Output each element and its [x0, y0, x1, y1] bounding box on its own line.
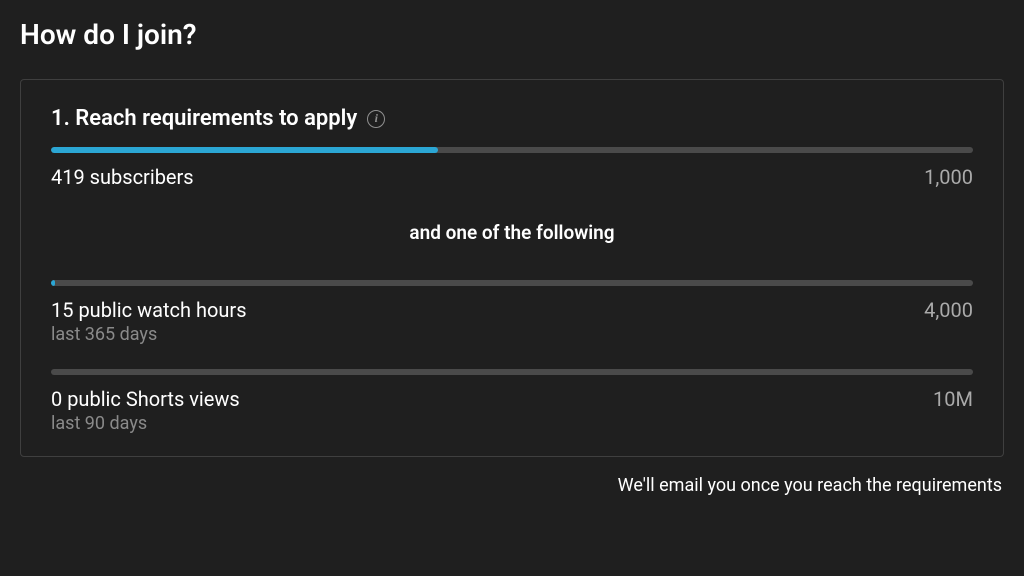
shorts-views-target: 10M — [933, 387, 973, 411]
shorts-views-progress-bar — [51, 369, 973, 375]
watch-hours-target: 4,000 — [924, 298, 973, 322]
requirements-heading: 1. Reach requirements to apply — [51, 106, 357, 131]
subscribers-progress-fill — [51, 147, 438, 153]
divider-text: and one of the following — [51, 221, 973, 244]
requirements-card: 1. Reach requirements to apply i 419 sub… — [20, 79, 1004, 457]
shorts-views-row: 0 public Shorts views last 90 days 10M — [51, 387, 973, 434]
footer-note: We'll email you once you reach the requi… — [20, 475, 1004, 496]
watch-hours-progress-fill — [51, 280, 55, 286]
watch-hours-current: 15 public watch hours — [51, 298, 247, 322]
subscribers-progress-bar — [51, 147, 973, 153]
subscribers-current: 419 subscribers — [51, 165, 194, 189]
watch-hours-row: 15 public watch hours last 365 days 4,00… — [51, 298, 973, 345]
subscribers-row: 419 subscribers 1,000 — [51, 165, 973, 189]
watch-hours-period: last 365 days — [51, 324, 247, 345]
shorts-views-period: last 90 days — [51, 413, 240, 434]
page-title: How do I join? — [20, 18, 1004, 51]
info-icon[interactable]: i — [367, 110, 385, 128]
watch-hours-progress-bar — [51, 280, 973, 286]
shorts-views-current: 0 public Shorts views — [51, 387, 240, 411]
requirements-header: 1. Reach requirements to apply i — [51, 106, 973, 131]
subscribers-target: 1,000 — [924, 165, 973, 189]
